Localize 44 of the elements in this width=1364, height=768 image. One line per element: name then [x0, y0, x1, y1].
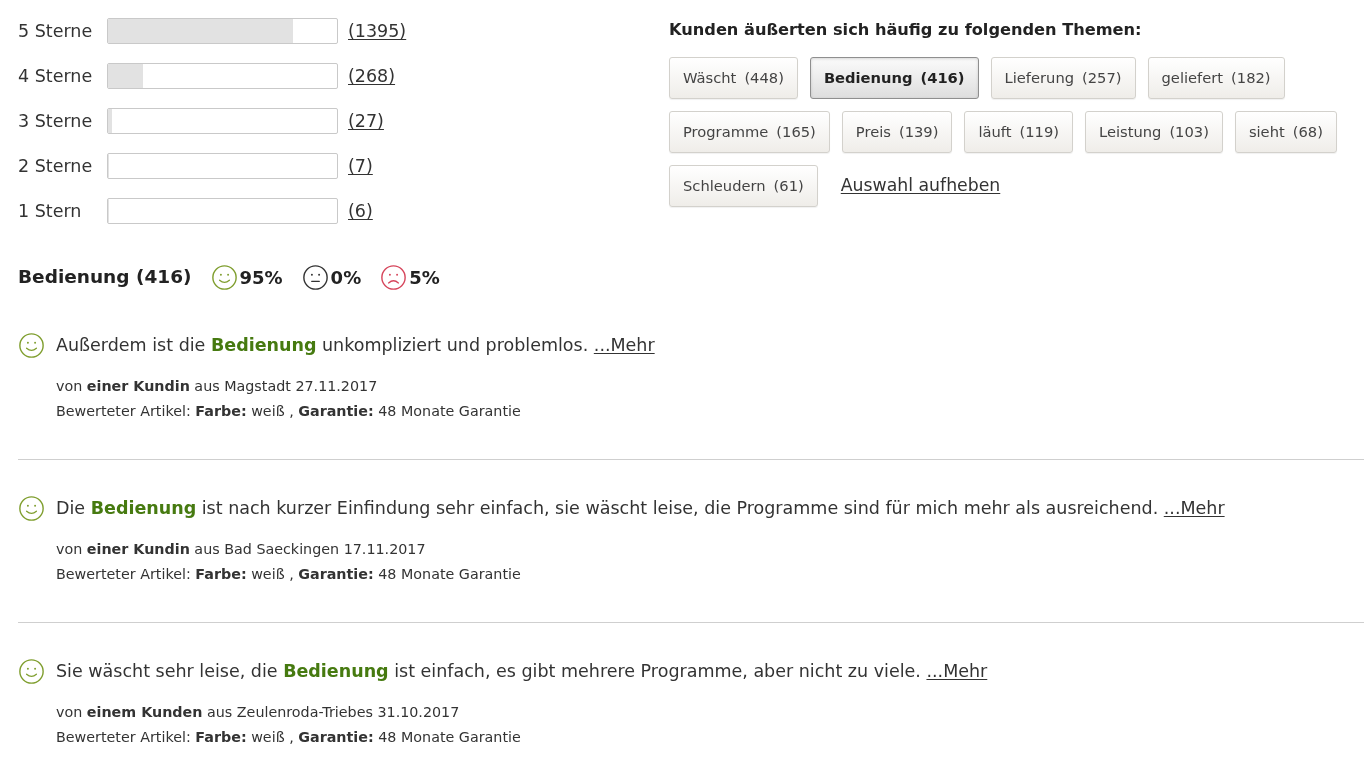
- topic-filter-button[interactable]: sieht (68): [1234, 111, 1337, 153]
- review-author: von einer Kundin aus Magstadt 27.11.2017: [56, 377, 379, 396]
- smiley-face-icon: [19, 658, 44, 684]
- sentiment-percentage: 5%: [409, 265, 440, 290]
- topic-filter-button[interactable]: Lieferung (257): [990, 57, 1136, 99]
- neutral-face-icon: [302, 264, 328, 290]
- reviewed-article-details: Bewerteter Artikel: Farbe: weiß , Garantie: 48 Monate Garantie: [56, 402, 522, 421]
- review-text: Sie wäscht sehr leise, die Bedienung ist einfach, es gibt mehrere Programme, aber nicht zu viele. ...Mehr: [56, 660, 988, 683]
- topic-filter-button[interactable]: Wäscht (448): [669, 57, 798, 99]
- star-rating-label: 1 Stern: [18, 200, 83, 223]
- reviewed-article-details: Bewerteter Artikel: Farbe: weiß , Garantie: 48 Monate Garantie: [56, 728, 522, 747]
- topic-filter-button[interactable]: Preis (139): [841, 111, 953, 153]
- more-link[interactable]: ...Mehr: [593, 335, 655, 355]
- rating-count-link[interactable]: (6): [348, 198, 373, 224]
- topic-filter-button[interactable]: Programme (165): [669, 111, 830, 153]
- sad-face-icon: [381, 264, 407, 290]
- topic-filter-button[interactable]: geliefert (182): [1147, 57, 1285, 99]
- more-link[interactable]: ...Mehr: [1163, 498, 1225, 518]
- smiley-face-icon: [19, 495, 44, 521]
- rating-count-link[interactable]: (7): [348, 153, 373, 179]
- topic-summary-heading: Bedienung (416): [18, 265, 192, 289]
- topic-filter-button[interactable]: läuft (119): [964, 111, 1073, 153]
- star-rating-label: 3 Sterne: [18, 110, 94, 133]
- rating-count-link[interactable]: (27): [348, 108, 384, 134]
- review-text: Außerdem ist die Bedienung unkompliziert und problemlos. ...Mehr: [56, 334, 655, 357]
- review-author: von einem Kunden aus Zeulenroda-Triebes 31.10.2017: [56, 703, 461, 722]
- star-rating-label: 4 Sterne: [18, 65, 94, 88]
- topics-heading: Kunden äußerten sich häufig zu folgenden Themen:: [669, 19, 1143, 41]
- smiley-face-icon: [211, 264, 237, 290]
- rating-count-link[interactable]: (1395): [348, 18, 407, 44]
- topic-filter-button[interactable]: Bedienung (416): [809, 57, 979, 99]
- sentiment-percentage: 95%: [239, 265, 283, 290]
- sentiment-percentage: 0%: [330, 265, 362, 290]
- clear-selection-link[interactable]: Auswahl aufheben: [840, 173, 1001, 199]
- review-author: von einer Kundin aus Bad Saeckingen 17.11.2017: [56, 540, 427, 559]
- review-text: Die Bedienung ist nach kurzer Einfindung sehr einfach, sie wäscht leise, die Programme sind für mich mehr als ausreichend. ...Mehr: [56, 497, 1225, 520]
- star-rating-label: 5 Sterne: [18, 20, 94, 43]
- topic-filter-button[interactable]: Leistung (103): [1085, 111, 1223, 153]
- star-rating-label: 2 Sterne: [18, 155, 94, 178]
- smiley-face-icon: [19, 332, 44, 358]
- topic-filter-button[interactable]: Schleudern (61): [669, 165, 818, 207]
- reviewed-article-details: Bewerteter Artikel: Farbe: weiß , Garantie: 48 Monate Garantie: [56, 565, 522, 584]
- more-link[interactable]: ...Mehr: [926, 661, 988, 681]
- rating-count-link[interactable]: (268): [348, 63, 396, 89]
